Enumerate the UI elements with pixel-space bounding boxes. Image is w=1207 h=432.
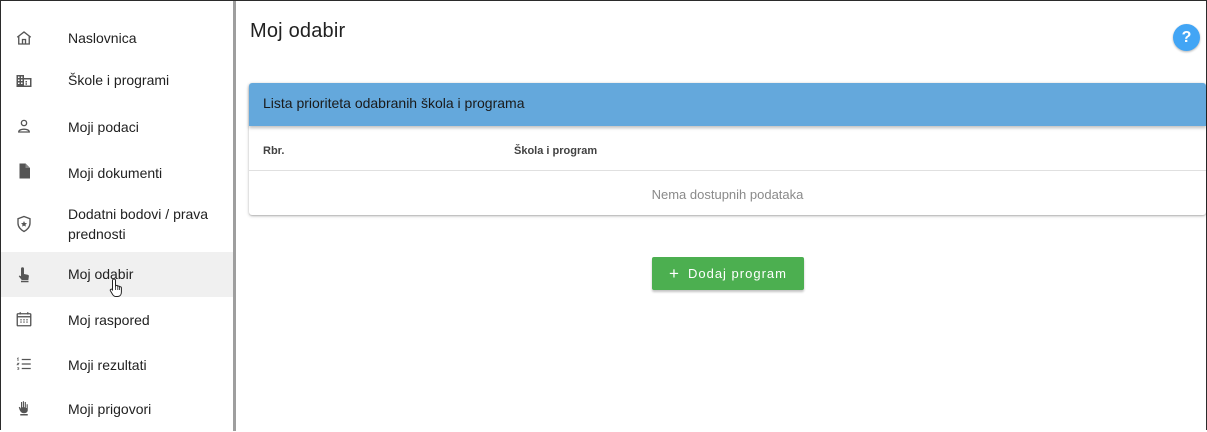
sidebar-item-label: Naslovnica [68, 30, 137, 46]
sidebar-item-moji-podaci[interactable]: Moji podaci [1, 105, 233, 149]
plus-icon: + [669, 263, 680, 283]
main-content: Moj odabir ? Lista prioriteta odabranih … [236, 0, 1207, 431]
sidebar-item-label: Moji prigovori [68, 401, 152, 417]
card-title: Lista prioriteta odabranih škola i progr… [263, 95, 525, 111]
sidebar-item-label: Škole i programi [68, 72, 170, 88]
sidebar-item-moji-dokumenti[interactable]: Moji dokumenti [1, 150, 233, 195]
empty-state-text: Nema dostupnih podataka [651, 187, 804, 202]
card-header: Lista prioriteta odabranih škola i progr… [249, 83, 1206, 126]
sidebar-item-naslovnica[interactable]: Naslovnica [1, 18, 233, 58]
shield-star-icon [15, 215, 33, 233]
sidebar-item-skole-i-programi[interactable]: Škole i programi [1, 59, 233, 104]
sidebar-item-moj-raspored[interactable]: Moj raspored [1, 298, 233, 342]
sidebar-item-moji-prigovori[interactable]: Moji prigovori [1, 388, 233, 432]
sidebar: Naslovnica Škole i programi Moji podaci … [1, 1, 236, 431]
list-numbered-icon [15, 355, 33, 373]
table-divider [249, 170, 1206, 171]
page-title: Moj odabir [250, 20, 346, 42]
home-icon [15, 29, 33, 47]
sidebar-item-label: Moji podaci [68, 119, 139, 135]
calendar-icon [15, 310, 33, 328]
sidebar-item-label: Moj odabir [68, 266, 134, 282]
column-header-skola-i-program[interactable]: Škola i program [514, 145, 597, 157]
touch-icon [15, 265, 33, 283]
person-icon [15, 117, 33, 135]
help-button[interactable]: ? [1173, 24, 1200, 51]
add-program-label: Dodaj program [687, 266, 787, 281]
building-icon [15, 72, 33, 90]
hand-pointer-cursor-icon [109, 278, 122, 297]
priority-list-card: Lista prioriteta odabranih škola i progr… [249, 83, 1206, 215]
sidebar-item-label: Moji dokumenti [68, 165, 163, 181]
sidebar-item-label: Dodatni bodovi / prava prednosti [68, 206, 209, 242]
sidebar-item-dodatni-bodovi[interactable]: Dodatni bodovi / prava prednosti [1, 196, 233, 251]
hand-icon [15, 399, 33, 417]
sidebar-item-label: Moj raspored [68, 312, 150, 328]
column-header-rbr[interactable]: Rbr. [263, 145, 284, 157]
add-program-button[interactable]: + Dodaj program [652, 257, 804, 290]
document-icon [15, 162, 33, 180]
sidebar-item-moji-rezultati[interactable]: Moji rezultati [1, 343, 233, 387]
sidebar-item-label: Moji rezultati [68, 357, 147, 373]
